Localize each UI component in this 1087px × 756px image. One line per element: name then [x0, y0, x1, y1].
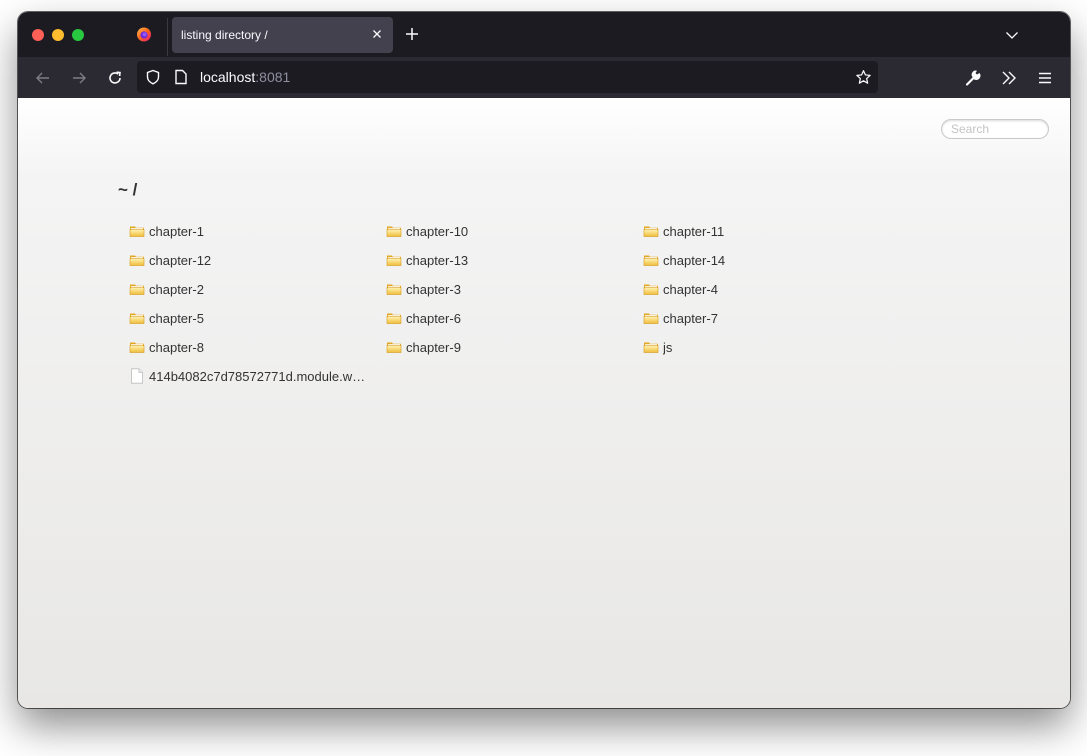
arrow-right-icon[interactable] — [70, 69, 88, 87]
folder-icon — [386, 342, 402, 353]
url-text[interactable]: localhost:8081 — [200, 69, 290, 85]
url-port: :8081 — [255, 69, 291, 85]
folder-item[interactable]: chapter-8 — [129, 336, 379, 358]
file-name: chapter-10 — [406, 223, 469, 239]
folder-icon — [129, 313, 145, 324]
folder-item[interactable]: chapter-13 — [386, 249, 636, 271]
page-content: ~ / chapter-1 chapter-10 chapter-11 chap… — [18, 98, 1070, 708]
folder-item[interactable]: chapter-5 — [129, 307, 379, 329]
overflow-chevrons-icon[interactable] — [1000, 69, 1018, 87]
folder-item[interactable]: chapter-3 — [386, 278, 636, 300]
folder-item[interactable]: chapter-10 — [386, 220, 636, 242]
file-name: chapter-7 — [663, 310, 718, 326]
star-icon[interactable] — [855, 69, 872, 86]
page-title: ~ / — [118, 180, 138, 199]
folder-icon — [386, 313, 402, 324]
folder-icon — [129, 284, 145, 295]
hamburger-menu-icon[interactable] — [1036, 69, 1054, 87]
folder-icon — [643, 226, 659, 237]
minimize-window-button[interactable] — [52, 29, 64, 41]
reload-icon[interactable] — [106, 69, 124, 87]
file-name: js — [663, 339, 673, 355]
page-icon[interactable] — [174, 69, 188, 85]
tab-listing-directory[interactable]: listing directory / — [172, 17, 393, 53]
folder-icon — [386, 284, 402, 295]
tab-title: listing directory / — [181, 28, 268, 42]
close-window-button[interactable] — [32, 29, 44, 41]
tab-strip: listing directory / — [18, 12, 1070, 57]
folder-item[interactable]: chapter-2 — [129, 278, 379, 300]
folder-icon — [643, 255, 659, 266]
folder-item[interactable]: chapter-12 — [129, 249, 379, 271]
folder-icon — [643, 284, 659, 295]
url-host: localhost — [200, 69, 256, 85]
folder-item[interactable]: chapter-11 — [643, 220, 893, 242]
file-name: chapter-3 — [406, 281, 461, 297]
shield-icon[interactable] — [145, 69, 161, 85]
file-name: chapter-1 — [149, 223, 204, 239]
file-name: chapter-12 — [149, 252, 212, 268]
file-name: chapter-14 — [663, 252, 726, 268]
file-name: chapter-6 — [406, 310, 461, 326]
url-bar[interactable]: localhost:8081 — [137, 61, 878, 93]
folder-item[interactable]: chapter-9 — [386, 336, 636, 358]
file-item[interactable]: 414b4082c7d78572771d.module.w… — [129, 365, 379, 387]
folder-icon — [386, 226, 402, 237]
file-name: chapter-13 — [406, 252, 469, 268]
folder-icon — [643, 313, 659, 324]
file-name: chapter-9 — [406, 339, 461, 355]
folder-icon — [129, 255, 145, 266]
tab-separator — [167, 18, 168, 56]
browser-window: listing directory / localhost:8081 Searc… — [18, 12, 1070, 708]
folder-icon — [129, 226, 145, 237]
folder-icon — [129, 342, 145, 353]
file-name: chapter-11 — [663, 223, 725, 239]
file-name: chapter-8 — [149, 339, 204, 355]
file-name: 414b4082c7d78572771d.module.w… — [149, 368, 366, 384]
chevron-down-icon[interactable] — [1004, 27, 1020, 43]
folder-item[interactable]: chapter-7 — [643, 307, 893, 329]
search-input[interactable] — [941, 119, 1049, 139]
plus-icon[interactable] — [404, 26, 420, 42]
navigation-bar: localhost:8081 — [18, 57, 1070, 99]
wrench-icon[interactable] — [964, 69, 982, 87]
folder-item[interactable]: chapter-4 — [643, 278, 893, 300]
close-icon[interactable] — [369, 26, 385, 42]
folder-icon — [643, 342, 659, 353]
file-name: chapter-2 — [149, 281, 204, 297]
zoom-window-button[interactable] — [72, 29, 84, 41]
file-icon — [131, 368, 143, 384]
folder-item[interactable]: chapter-1 — [129, 220, 379, 242]
arrow-left-icon[interactable] — [34, 69, 52, 87]
folder-item[interactable]: chapter-6 — [386, 307, 636, 329]
folder-icon — [386, 255, 402, 266]
folder-item[interactable]: chapter-14 — [643, 249, 893, 271]
file-name: chapter-5 — [149, 310, 204, 326]
folder-item[interactable]: js — [643, 336, 893, 358]
file-name: chapter-4 — [663, 281, 718, 297]
firefox-logo-icon[interactable] — [136, 26, 152, 42]
